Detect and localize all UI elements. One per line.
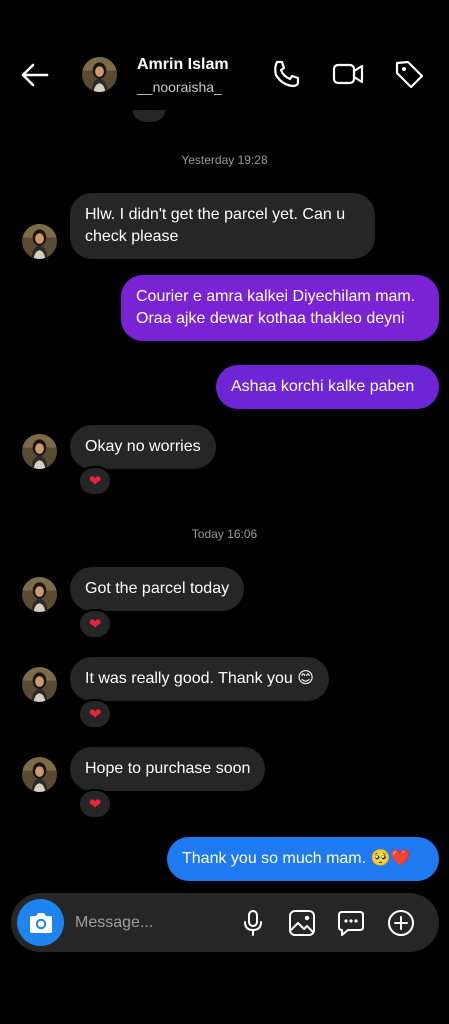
camera-icon <box>29 912 52 933</box>
timestamp-today: Today 16:06 <box>191 527 258 541</box>
back-arrow-icon[interactable] <box>18 58 52 92</box>
message-bubble[interactable]: Okay no worries <box>70 425 216 469</box>
message-input[interactable] <box>75 911 225 935</box>
message-bubble[interactable]: It was really good. Thank you 😊 <box>70 657 329 701</box>
message-composer <box>11 893 439 952</box>
heart-reaction[interactable]: ❤ <box>78 609 112 639</box>
gallery-icon[interactable] <box>287 908 317 938</box>
sticker-icon[interactable] <box>336 908 366 938</box>
message-bubble[interactable]: Ashaa korchi kalke paben <box>216 365 439 409</box>
chat-header: Amrin Islam __nooraisha_ <box>0 0 449 110</box>
phone-icon[interactable] <box>270 58 302 90</box>
timestamp-yesterday: Yesterday 19:28 <box>181 153 268 167</box>
sender-avatar[interactable] <box>22 434 57 469</box>
sender-avatar[interactable] <box>22 224 57 259</box>
heart-reaction[interactable]: ❤ <box>78 466 112 496</box>
message-bubble[interactable]: Got the parcel today <box>70 567 245 611</box>
tag-icon[interactable] <box>393 58 425 90</box>
message-bubble[interactable]: Hlw. I didn't get the parcel yet. Can u … <box>70 193 375 259</box>
heart-reaction[interactable]: ❤ <box>78 789 112 819</box>
heart-reaction[interactable]: ❤ <box>78 699 112 729</box>
sender-avatar[interactable] <box>22 667 57 702</box>
contact-name[interactable]: Amrin Islam <box>137 56 229 74</box>
video-icon[interactable] <box>332 58 364 90</box>
plus-icon[interactable] <box>386 908 416 938</box>
message-bubble[interactable]: Thank you so much mam. 🥺❤️ <box>167 837 439 881</box>
contact-username[interactable]: __nooraisha_ <box>137 79 222 95</box>
camera-button[interactable] <box>17 899 64 946</box>
contact-avatar[interactable] <box>82 57 117 92</box>
message-bubble[interactable]: Hope to purchase soon <box>70 747 266 791</box>
sender-avatar[interactable] <box>22 577 57 612</box>
message-bubble[interactable]: Courier e amra kalkei Diyechilam mam. Or… <box>121 275 439 341</box>
sender-avatar[interactable] <box>22 757 57 792</box>
microphone-icon[interactable] <box>238 908 268 938</box>
